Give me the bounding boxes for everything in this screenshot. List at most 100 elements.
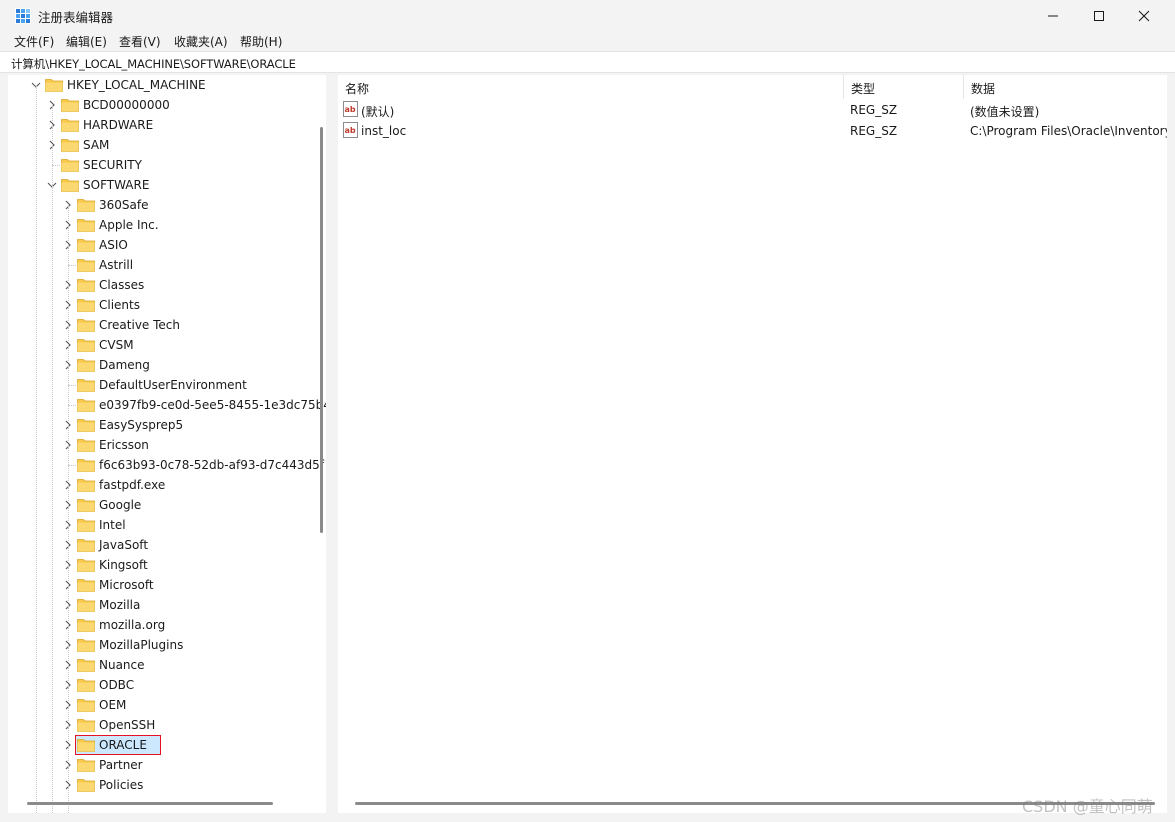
folder-icon — [77, 619, 95, 632]
menu-help[interactable]: 帮助(H) — [240, 33, 282, 50]
maximize-button[interactable] — [1076, 0, 1122, 31]
tree-item[interactable]: Kingsoft — [8, 555, 318, 575]
tree-item-label: SAM — [83, 138, 110, 152]
tree-item[interactable]: 360Safe — [8, 195, 318, 215]
folder-icon — [45, 79, 63, 92]
tree-item-label: ORACLE — [99, 738, 147, 752]
value-data: C:\Program Files\Oracle\Inventory — [970, 124, 1167, 138]
minimize-icon — [1048, 15, 1058, 16]
tree-item-label: EasySysprep5 — [99, 418, 184, 432]
tree-item[interactable]: f6c63b93-0c78-52db-af93-d7c443d5f — [8, 455, 324, 475]
tree-item-label: CVSM — [99, 338, 134, 352]
tree-item-label: fastpdf.exe — [99, 478, 166, 492]
tree-item[interactable]: JavaSoft — [8, 535, 318, 555]
folder-icon — [77, 339, 95, 352]
tree-item-label: f6c63b93-0c78-52db-af93-d7c443d5f — [99, 458, 325, 472]
folder-icon — [77, 739, 95, 752]
address-path[interactable]: 计算机\HKEY_LOCAL_MACHINE\SOFTWARE\ORACLE — [11, 56, 296, 72]
column-header-name[interactable]: 名称 — [338, 75, 844, 99]
tree-item-label: Ericsson — [99, 438, 149, 452]
tree-guide-line — [36, 85, 37, 813]
tree-item-label: BCD00000000 — [83, 98, 170, 112]
menu-edit[interactable]: 编辑(E) — [66, 33, 107, 50]
tree-item[interactable]: OEM — [8, 695, 318, 715]
tree-item[interactable]: EasySysprep5 — [8, 415, 318, 435]
folder-icon — [61, 119, 79, 132]
tree-item[interactable]: mozilla.org — [8, 615, 318, 635]
folder-icon — [77, 579, 95, 592]
folder-icon — [77, 399, 95, 412]
value-row[interactable]: ab (默认) REG_SZ (数值未设置) — [338, 99, 1167, 120]
folder-icon — [77, 719, 95, 732]
folder-icon — [77, 499, 95, 512]
minimize-button[interactable] — [1030, 0, 1076, 31]
folder-icon — [77, 299, 95, 312]
tree-item-label: MozillaPlugins — [99, 638, 184, 652]
tree-item-label: mozilla.org — [99, 618, 166, 632]
value-row[interactable]: ab inst_loc REG_SZ C:\Program Files\Orac… — [338, 120, 1167, 141]
tree-item[interactable]: SOFTWARE — [8, 175, 318, 195]
tree-item-label: e0397fb9-ce0d-5ee5-8455-1e3dc75b4 — [99, 398, 326, 412]
tree-item[interactable]: Partner — [8, 755, 318, 775]
tree-item[interactable]: Astrill — [8, 255, 318, 275]
tree-item[interactable]: Apple Inc. — [8, 215, 318, 235]
tree-item[interactable]: SECURITY — [8, 155, 318, 175]
close-icon — [1138, 10, 1150, 21]
tree-item[interactable]: ASIO — [8, 235, 318, 255]
tree-item[interactable]: Nuance — [8, 655, 318, 675]
tree-item[interactable]: BCD00000000 — [8, 95, 318, 115]
tree-item[interactable]: ODBC — [8, 675, 318, 695]
tree-item[interactable]: fastpdf.exe — [8, 475, 318, 495]
tree-item[interactable]: e0397fb9-ce0d-5ee5-8455-1e3dc75b4 — [8, 395, 326, 415]
folder-icon — [77, 279, 95, 292]
menu-file[interactable]: 文件(F) — [14, 33, 54, 50]
tree-item[interactable]: HKEY_LOCAL_MACHINE — [8, 75, 318, 95]
values-list-pane[interactable]: 名称 类型 数据 ab (默认) REG_SZ (数值未设置) ab inst_… — [338, 75, 1167, 813]
tree-item[interactable]: Google — [8, 495, 318, 515]
tree-item[interactable]: Intel — [8, 515, 318, 535]
tree-item[interactable]: Clients — [8, 295, 318, 315]
tree-item[interactable]: SAM — [8, 135, 318, 155]
tree-item-label: Mozilla — [99, 598, 141, 612]
key-tree-pane[interactable]: HKEY_LOCAL_MACHINE BCD00000000 HARDWARE SAM… — [8, 75, 326, 813]
tree-item[interactable]: OpenSSH — [8, 715, 318, 735]
tree-item[interactable]: CVSM — [8, 335, 318, 355]
title-bar: 注册表编辑器 — [0, 0, 1175, 31]
menu-favorites[interactable]: 收藏夹(A) — [174, 33, 228, 50]
tree-item[interactable]: HARDWARE — [8, 115, 318, 135]
column-header-data[interactable]: 数据 — [964, 75, 1167, 99]
tree-item-label: Microsoft — [99, 578, 154, 592]
tree-item-label: SECURITY — [83, 158, 142, 172]
tree-item-label: Classes — [99, 278, 145, 292]
menu-bar: 文件(F) 编辑(E) 查看(V) 收藏夹(A) 帮助(H) — [0, 31, 1175, 51]
tree-item-label: Nuance — [99, 658, 145, 672]
tree-vertical-scrollbar[interactable] — [320, 127, 323, 533]
tree-item[interactable]: MozillaPlugins — [8, 635, 318, 655]
tree-item[interactable]: Mozilla — [8, 595, 318, 615]
folder-icon — [77, 559, 95, 572]
tree-item[interactable]: DefaultUserEnvironment — [8, 375, 318, 395]
tree-item[interactable]: Ericsson — [8, 435, 318, 455]
folder-icon — [61, 139, 79, 152]
folder-icon — [77, 239, 95, 252]
value-type: REG_SZ — [850, 103, 898, 117]
close-button[interactable] — [1121, 0, 1167, 31]
tree-item-label: 360Safe — [99, 198, 149, 212]
folder-icon — [77, 319, 95, 332]
tree-item[interactable]: Classes — [8, 275, 318, 295]
column-header-type[interactable]: 类型 — [844, 75, 964, 99]
tree-item[interactable]: Policies — [8, 775, 318, 795]
tree-item-label: Policies — [99, 778, 144, 792]
tree-item-label: Apple Inc. — [99, 218, 159, 232]
tree-item[interactable]: Dameng — [8, 355, 318, 375]
tree-item[interactable]: Creative Tech — [8, 315, 318, 335]
folder-icon — [77, 259, 95, 272]
folder-icon — [77, 439, 95, 452]
folder-icon — [77, 539, 95, 552]
tree-item[interactable]: Microsoft — [8, 575, 318, 595]
tree-horizontal-scrollbar[interactable] — [27, 802, 273, 805]
menu-view[interactable]: 查看(V) — [119, 33, 161, 50]
address-bar[interactable]: 计算机\HKEY_LOCAL_MACHINE\SOFTWARE\ORACLE — [0, 51, 1175, 73]
tree-item-selected[interactable]: ORACLE — [8, 735, 318, 755]
value-type: REG_SZ — [850, 124, 898, 138]
